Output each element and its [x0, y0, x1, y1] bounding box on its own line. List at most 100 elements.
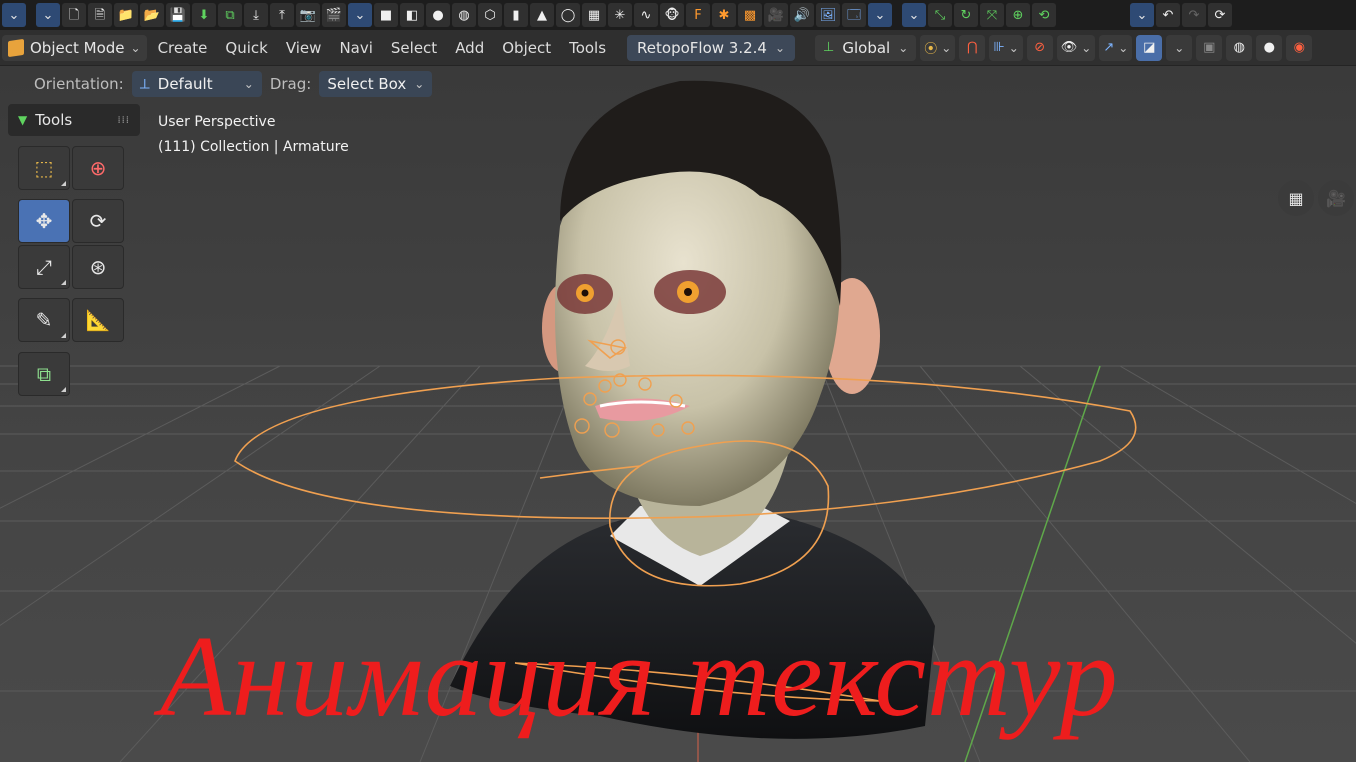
menu-navi[interactable]: Navi	[332, 35, 379, 61]
collapse-dropdown-icon[interactable]: ⌄	[36, 3, 60, 27]
scale-arrows-icon[interactable]: ⤧	[980, 3, 1004, 27]
retopoflow-dropdown[interactable]: RetopoFlow 3.2.4 ⌄	[627, 34, 796, 61]
camera-view-button[interactable]: 🎥	[1318, 180, 1354, 216]
overlays-icon: ◪	[1143, 40, 1156, 55]
scale-tool[interactable]: ⤢	[18, 245, 70, 289]
save-copy-icon[interactable]: ⧉	[218, 3, 242, 27]
new-file-icon[interactable]: 🗎	[88, 3, 112, 27]
add-cube-icon[interactable]: ◧	[400, 3, 424, 27]
chevron-down-icon: ⌄	[1081, 40, 1092, 55]
chevron-down-icon: ⌄	[774, 40, 786, 55]
file-dropdown-icon[interactable]: ⌄	[348, 3, 372, 27]
add-torus-icon[interactable]: ◯	[556, 3, 580, 27]
add-curve-icon[interactable]: ∿	[634, 3, 658, 27]
3d-viewport[interactable]: User Perspective (111) Collection | Arma…	[0, 66, 1356, 762]
overlays-dropdown[interactable]: ⌄	[1166, 34, 1193, 61]
import-icon[interactable]: ⤓	[244, 3, 268, 27]
gizmo-dropdown[interactable]: ↗ ⌄	[1099, 34, 1133, 61]
add-armature-icon[interactable]: ✱	[712, 3, 736, 27]
move-tool[interactable]: ✥	[18, 199, 70, 243]
undo-icon[interactable]: ↶	[1156, 3, 1180, 27]
wireframe-sphere-icon: ◍	[1233, 40, 1245, 55]
solid-sphere-icon: ●	[1263, 40, 1275, 55]
annotate-tool[interactable]: ✎	[18, 298, 70, 342]
grid-perspective-icon: ▦	[1288, 188, 1304, 208]
export-icon[interactable]: ⤒	[270, 3, 294, 27]
history-dropdown-icon[interactable]: ⌄	[1130, 3, 1154, 27]
add-cube-tool[interactable]: ⧉	[18, 352, 70, 396]
orientation-dropdown[interactable]: ⟂ Default ⌄	[131, 71, 262, 97]
apply-transform-icon[interactable]: ⊕	[1006, 3, 1030, 27]
pivot-point-dropdown[interactable]: ⦿ ⌄	[920, 34, 956, 61]
shading-material-button[interactable]: ◉	[1286, 34, 1313, 61]
magnet-icon: ⋂	[967, 40, 978, 55]
rotate-tool[interactable]: ⟳	[72, 199, 124, 243]
drag-dropdown[interactable]: Select Box ⌄	[319, 71, 433, 97]
toggle-perspective-button[interactable]: ▦	[1278, 180, 1314, 216]
measure-tool[interactable]: 📐	[72, 298, 124, 342]
add-speaker-icon[interactable]: 🔊	[790, 3, 814, 27]
transform-icon: ⊛	[89, 255, 107, 279]
shading-solid-button[interactable]: ●	[1256, 34, 1283, 61]
eye-icon: 👁	[1060, 40, 1078, 55]
menu-view[interactable]: View	[279, 35, 329, 61]
drag-grip-icon[interactable]: ⁞⁞⁞	[117, 115, 130, 126]
add-uv-sphere-icon[interactable]: ◍	[452, 3, 476, 27]
add-cylinder-icon[interactable]: ▮	[504, 3, 528, 27]
add-cone-icon[interactable]: ▲	[530, 3, 554, 27]
add-text-icon[interactable]: F	[686, 3, 710, 27]
menu-dropdown-icon[interactable]: ⌄	[2, 3, 26, 27]
shading-wireframe-button[interactable]: ◍	[1226, 34, 1253, 61]
add-reference-icon[interactable]: 🗔	[842, 3, 866, 27]
add-empty-icon[interactable]: ✳	[608, 3, 632, 27]
transform-dropdown-icon[interactable]: ⌄	[902, 3, 926, 27]
chevron-down-icon: ⌄	[941, 40, 952, 55]
add-monkey-icon[interactable]: 🐵	[660, 3, 684, 27]
menu-object[interactable]: Object	[495, 35, 558, 61]
xray-icon: ▣	[1203, 40, 1216, 55]
snap-toggle[interactable]: ⋂	[959, 34, 986, 61]
view-perspective-label: User Perspective	[158, 114, 276, 130]
recent-folder-icon[interactable]: 📂	[140, 3, 164, 27]
add-ico-sphere-icon[interactable]: ⬡	[478, 3, 502, 27]
menu-tools[interactable]: Tools	[562, 35, 613, 61]
xray-toggle[interactable]: ▣	[1196, 34, 1223, 61]
add-camera-icon[interactable]: 🎥	[764, 3, 788, 27]
add-grid-icon[interactable]: ▦	[582, 3, 606, 27]
menu-select[interactable]: Select	[384, 35, 444, 61]
add-tools-group: ⧉	[18, 352, 124, 396]
render-animation-icon[interactable]: 🎬	[322, 3, 346, 27]
caption-text: Анимация текстур	[160, 613, 1119, 741]
undo-history-icon[interactable]: ⟳	[1208, 3, 1232, 27]
rotate-arrows-icon[interactable]: ↻	[954, 3, 978, 27]
overlays-toggle[interactable]: ◪	[1136, 34, 1163, 61]
add-image-icon[interactable]: 🖼	[816, 3, 840, 27]
open-folder-icon[interactable]: 📁	[114, 3, 138, 27]
object-mode-dropdown[interactable]: Object Mode ⌄	[2, 34, 147, 61]
clear-transform-icon[interactable]: ⟲	[1032, 3, 1056, 27]
collapse-triangle-icon: ▼	[18, 113, 28, 127]
add-lattice-icon[interactable]: ▩	[738, 3, 762, 27]
cursor-tool[interactable]: ⊕	[72, 146, 124, 190]
proportional-edit-icon: ⊘	[1034, 40, 1046, 55]
add-dropdown-icon[interactable]: ⌄	[868, 3, 892, 27]
new-file-plus-icon[interactable]: 🗋	[62, 3, 86, 27]
proportional-editing-toggle[interactable]: ⊘	[1026, 34, 1053, 61]
orientation-label: Orientation:	[34, 75, 124, 93]
select-box-tool[interactable]: ⬚	[18, 146, 70, 190]
save-as-icon[interactable]: ⬇	[192, 3, 216, 27]
transform-orientation-dropdown[interactable]: ⊥ Global ⌄	[815, 34, 917, 61]
snap-target-dropdown[interactable]: ⊪ ⌄	[989, 34, 1023, 61]
add-plane-icon[interactable]: ■	[374, 3, 398, 27]
menu-add[interactable]: Add	[448, 35, 491, 61]
visibility-dropdown[interactable]: 👁 ⌄	[1056, 34, 1096, 61]
transform-tool[interactable]: ⊛	[72, 245, 124, 289]
move-arrows-icon[interactable]: ⤡	[928, 3, 952, 27]
add-circle-icon[interactable]: ●	[426, 3, 450, 27]
redo-icon[interactable]: ↷	[1182, 3, 1206, 27]
menu-create[interactable]: Create	[151, 35, 215, 61]
render-image-icon[interactable]: 📷	[296, 3, 320, 27]
menu-quick[interactable]: Quick	[218, 35, 274, 61]
save-icon[interactable]: 💾	[166, 3, 190, 27]
tools-panel-header[interactable]: ▼ Tools ⁞⁞⁞	[8, 104, 140, 136]
